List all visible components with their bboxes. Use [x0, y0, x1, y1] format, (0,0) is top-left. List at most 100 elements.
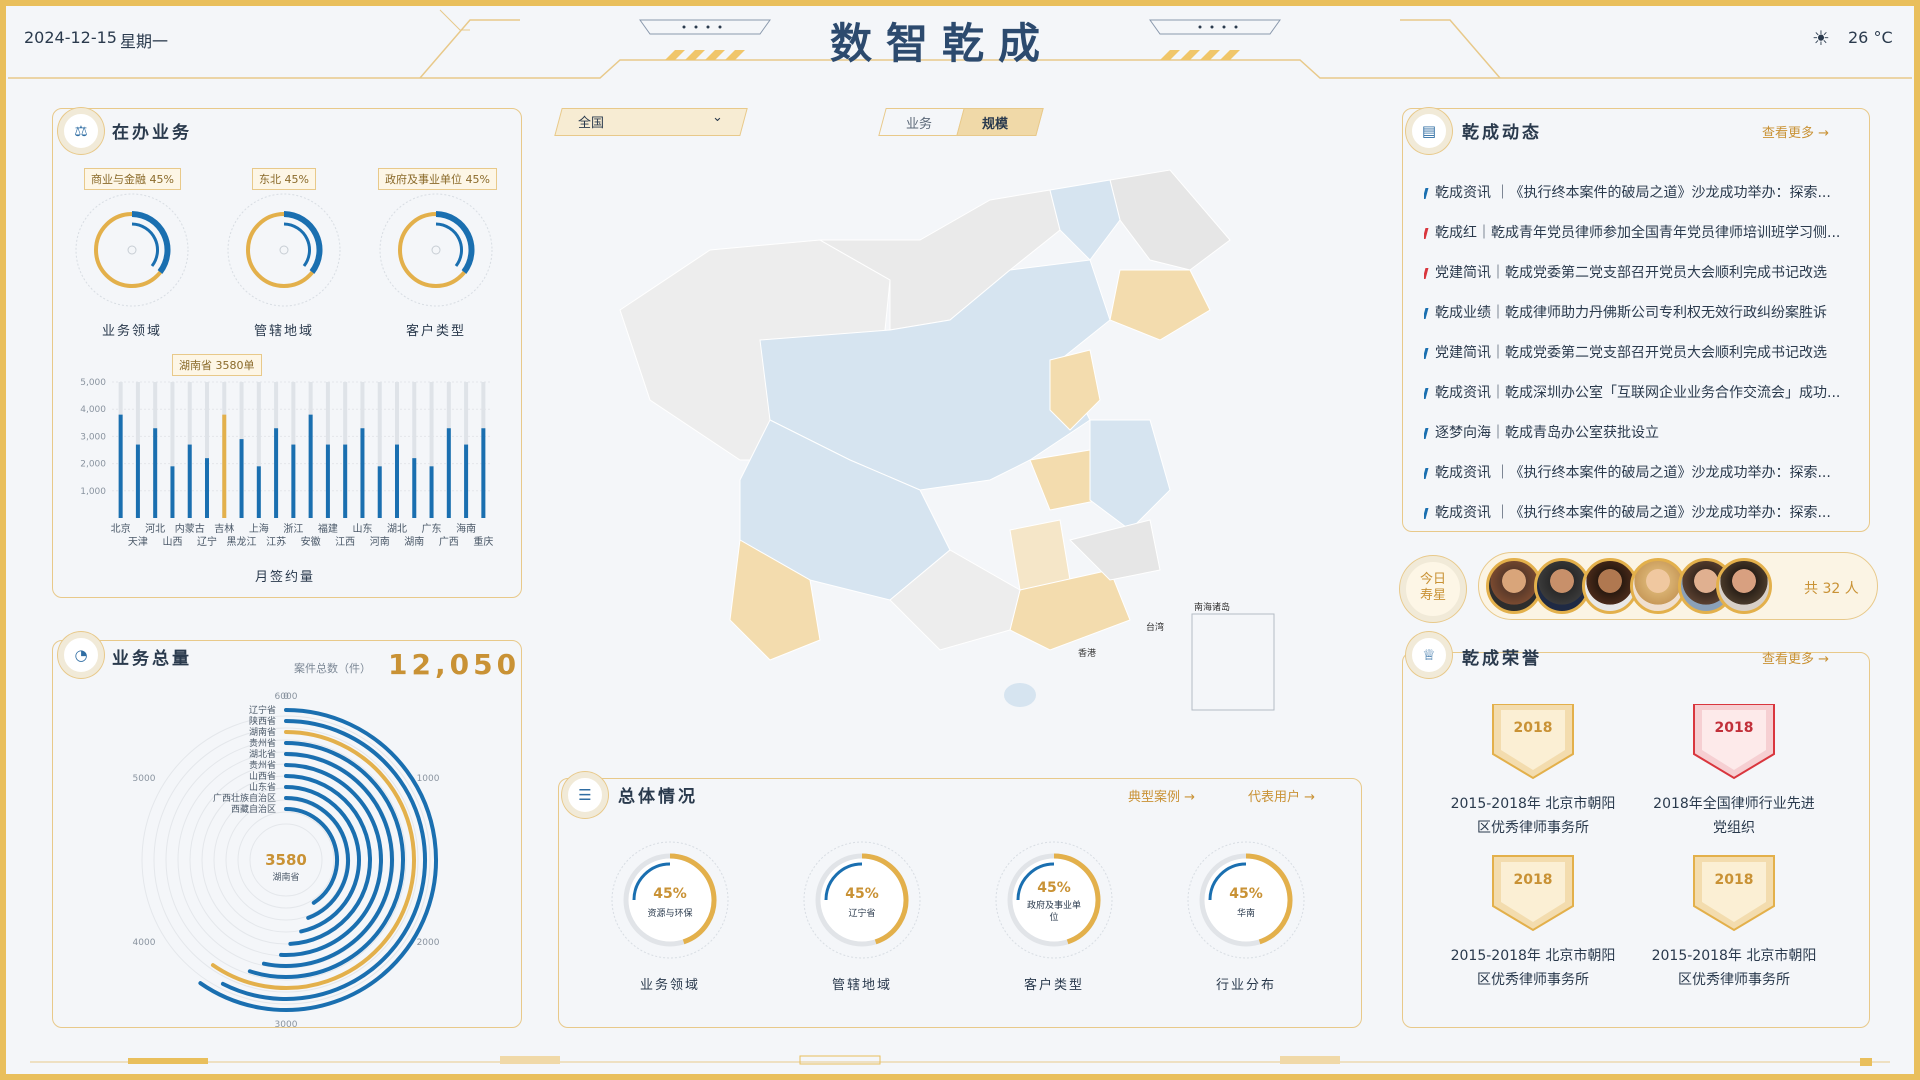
birthday-badge: 今日 寿星: [1400, 556, 1466, 622]
region-select-value: 全国: [578, 116, 605, 131]
honor-badge-3[interactable]: 2018: [1492, 855, 1574, 932]
scale-icon: ⚖: [74, 122, 88, 140]
x-tick-label: 山东: [352, 522, 372, 535]
news-text: 乾成资讯 ｜《执行终本案件的破局之道》沙龙成功举办：探索...: [1435, 505, 1831, 521]
x-tick-label: 广东: [422, 522, 442, 535]
china-map[interactable]: [590, 160, 1330, 730]
news-item[interactable]: 乾成资讯 ｜《执行终本案件的破局之道》沙龙成功举办：探索...: [1424, 502, 1844, 522]
news-item[interactable]: 乾成资讯｜乾成深圳办公室「互联网企业业务合作交流会」成功...: [1424, 382, 1844, 402]
temperature: 26 °C: [1848, 28, 1893, 47]
honor-year-4: 2018: [1715, 872, 1754, 888]
link-representative-users[interactable]: 代表用户 →: [1248, 786, 1315, 805]
news-item[interactable]: 乾成业绩｜乾成律师助力丹佛斯公司专利权无效行政纠纷案胜诉: [1424, 302, 1844, 322]
news-marker: [1424, 387, 1429, 399]
radial-category-label: 贵州省: [249, 737, 276, 749]
donut-tag-2: 东北 45%: [252, 168, 316, 190]
map-region-liaoning[interactable]: [1109, 269, 1211, 341]
bar: [135, 444, 140, 518]
panel-title: 总体情况: [618, 787, 698, 807]
x-tick-label: 安徽: [301, 535, 321, 548]
gauge-label-3: 客户类型: [1023, 978, 1084, 993]
radial-category-label: 湖南省: [249, 726, 276, 738]
gauge-sub-3: 政府及事业单位: [1026, 901, 1081, 923]
map-region-fujian[interactable]: [1069, 519, 1161, 581]
news-text: 乾成资讯｜乾成深圳办公室「互联网企业业务合作交流会」成功...: [1435, 385, 1841, 401]
donut-label-3: 客户类型: [405, 324, 466, 339]
chevron-down-icon[interactable]: ⌄: [712, 110, 723, 125]
panel-icon: ▤: [1406, 108, 1452, 154]
y-tick-label: 3,000: [80, 432, 106, 442]
news-text: 党建简讯｜乾成党委第二党支部召开党员大会顺利完成书记改选: [1435, 265, 1827, 281]
gauge-label-2: 管辖地域: [831, 978, 892, 993]
radial-tick-label: 2000: [417, 938, 440, 948]
news-marker: [1424, 347, 1429, 359]
x-tick-label: 福建: [318, 522, 338, 535]
news-item[interactable]: 党建简讯｜乾成党委第二党支部召开党员大会顺利完成书记改选: [1424, 262, 1844, 282]
page-title: 数智乾成: [830, 19, 1055, 68]
radial-tick-label: 6000: [275, 692, 298, 702]
avatar[interactable]: [1716, 558, 1772, 614]
donut-tag-3: 政府及事业单位 45%: [378, 168, 497, 190]
header-weekday: 星期一: [120, 32, 169, 51]
map-region-northeast[interactable]: [1109, 169, 1231, 271]
map-region-heilongjiang[interactable]: [1049, 179, 1121, 261]
toggle-scale-label: 规模: [982, 117, 1009, 132]
badge-line2: 寿星: [1419, 588, 1446, 603]
news-more-link[interactable]: 查看更多 →: [1762, 122, 1829, 141]
gauge-sub-2: 辽宁省: [848, 909, 876, 919]
x-tick-label: 湖北: [387, 523, 407, 535]
honor-line2: 区优秀律师事务所: [1477, 820, 1589, 836]
honor-badge-4[interactable]: 2018: [1693, 855, 1775, 932]
bar: [429, 466, 434, 518]
x-tick-label: 湖南: [404, 535, 424, 548]
bar: [239, 439, 244, 518]
bar-tooltip: 湖南省 3580单: [172, 354, 262, 376]
bar: [377, 466, 382, 518]
news-item[interactable]: 乾成资讯 ｜《执行终本案件的破局之道》沙龙成功举办：探索...: [1424, 462, 1844, 482]
layers-icon: ☰: [578, 786, 592, 804]
map-region-east[interactable]: [1089, 419, 1171, 531]
radial-tick-label: 5000: [133, 774, 156, 784]
total-value: 12,050: [388, 648, 521, 681]
honor-line2: 区优秀律师事务所: [1477, 972, 1589, 988]
link-label: 代表用户: [1248, 790, 1301, 805]
honor-year-3: 2018: [1514, 872, 1553, 888]
news-text: 乾成资讯 ｜《执行终本案件的破局之道》沙龙成功举办：探索...: [1435, 185, 1831, 201]
honor-line1: 2018年全国律师行业先进: [1653, 796, 1815, 812]
gauge-sub-1: 资源与环保: [647, 909, 693, 919]
honors-more-link[interactable]: 查看更多 →: [1762, 648, 1829, 667]
radial-category-label: 陕西省: [249, 715, 276, 727]
sun-icon: ☀: [1812, 26, 1830, 50]
gauge-pct-4: 45%: [1229, 886, 1263, 902]
map-region-hainan[interactable]: [1004, 683, 1036, 707]
honor-badge-1[interactable]: 2018: [1492, 704, 1574, 780]
news-item[interactable]: 党建简讯｜乾成党委第二党支部召开党员大会顺利完成书记改选: [1424, 342, 1844, 362]
map-region-hebei[interactable]: [1049, 349, 1101, 431]
news-item[interactable]: 乾成资讯 ｜《执行终本案件的破局之道》沙龙成功举办：探索...: [1424, 182, 1844, 202]
link-typical-cases[interactable]: 典型案例 →: [1128, 786, 1195, 805]
honor-badge-2[interactable]: 2018: [1693, 704, 1775, 780]
y-tick-label: 5,000: [80, 378, 106, 388]
bar: [360, 428, 365, 518]
news-item[interactable]: 乾成红｜乾成青年党员律师参加全国青年党员律师培训班学习侧...: [1424, 222, 1844, 242]
news-marker: [1424, 467, 1429, 479]
x-tick-label: 江苏: [266, 535, 286, 548]
y-tick-label: 4,000: [80, 405, 106, 415]
map-region-hunan[interactable]: [1009, 519, 1071, 591]
badge-line1: 今日: [1419, 572, 1446, 587]
radial-category-label: 广西壮族自治区: [213, 792, 276, 804]
gauge-pct-1: 45%: [653, 886, 687, 902]
radial-category-label: 山西省: [249, 770, 276, 782]
arrow-right-icon: →: [1304, 790, 1316, 805]
radial-category-label: 贵州省: [249, 759, 276, 771]
pie-icon: ◔: [74, 646, 88, 664]
bar: [205, 458, 209, 518]
x-tick-label: 江西: [335, 536, 355, 548]
south-sea-inset: [1191, 613, 1275, 711]
radial-category-label: 西藏自治区: [231, 803, 276, 815]
bar: [170, 466, 175, 518]
news-text: 党建简讯｜乾成党委第二党支部召开党员大会顺利完成书记改选: [1435, 345, 1827, 361]
donut-tag-1: 商业与金融 45%: [84, 168, 181, 190]
news-item[interactable]: 逐梦向海｜乾成青岛办公室获批设立: [1424, 422, 1844, 442]
x-tick-label: 河北: [145, 523, 165, 535]
